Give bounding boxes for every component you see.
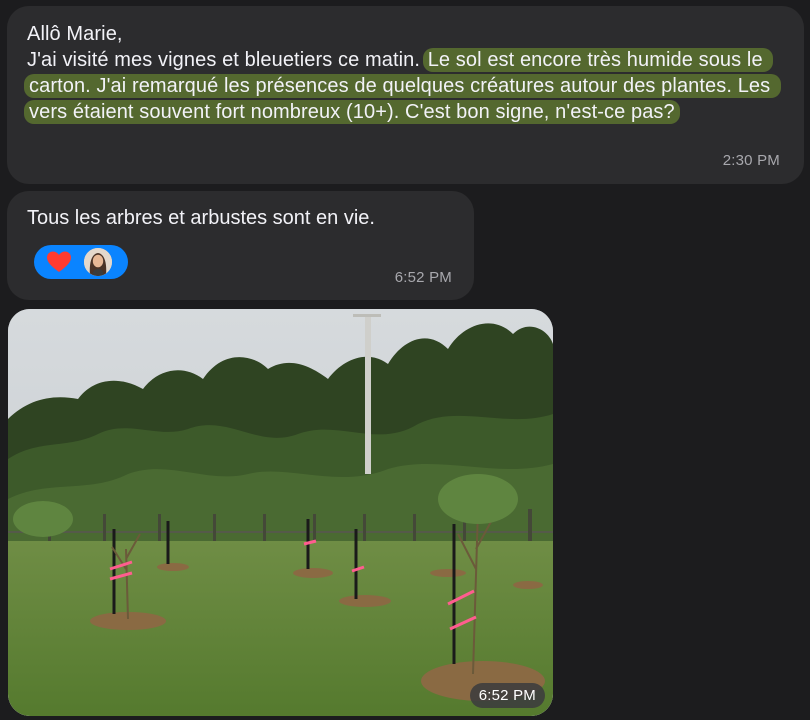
heart-icon [44,247,74,277]
photo-timestamp: 6:52 PM [469,683,545,708]
orchard-photo [8,309,553,716]
message-bubble-1[interactable]: Allô Marie, J'ai visité mes vignes et bl… [7,6,804,184]
message-timestamp: 6:52 PM [394,269,452,286]
avatar [82,246,114,278]
reaction-pill[interactable] [34,245,128,279]
photo-attachment[interactable]: 6:52 PM [8,309,553,716]
message-timestamp: 2:30 PM [722,152,780,169]
message-intro: J'ai visité mes vignes et bleuetiers ce … [27,49,426,71]
message-greeting: Allô Marie, [27,23,123,45]
message-text: Tous les arbres et arbustes sont en vie. [27,207,375,229]
message-text: Allô Marie, J'ai visité mes vignes et bl… [24,21,802,125]
message-bubble-2[interactable]: Tous les arbres et arbustes sont en vie.… [7,191,474,300]
chat-thread: Allô Marie, J'ai visité mes vignes et bl… [0,0,810,720]
